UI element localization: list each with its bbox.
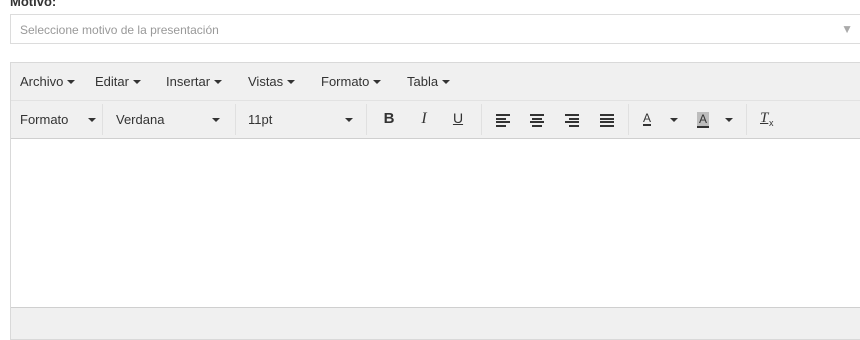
toolbar-separator <box>366 104 367 135</box>
font-size-value: 11pt <box>248 112 273 127</box>
underline-button[interactable]: U <box>450 110 466 126</box>
background-color-icon: A <box>697 112 710 128</box>
caret-down-icon <box>214 80 223 84</box>
caret-down-icon <box>345 118 353 122</box>
menu-tabla-label: Tabla <box>407 74 439 89</box>
background-color-button[interactable]: A <box>689 101 749 138</box>
menu-vistas-label: Vistas <box>248 74 284 89</box>
clear-formatting-icon: T <box>760 110 769 126</box>
italic-button[interactable]: I <box>416 110 432 128</box>
font-size-select[interactable]: 11pt <box>236 101 366 138</box>
menu-archivo-label: Archivo <box>20 74 64 89</box>
menu-editar-label: Editar <box>95 74 129 89</box>
reason-select[interactable]: Seleccione motivo de la presentación ▼ <box>10 14 860 44</box>
reason-label: Motivo: <box>10 0 57 9</box>
editor-toolbar: Formato Verdana 11pt B I U A A T x <box>11 101 860 139</box>
reason-select-placeholder: Seleccione motivo de la presentación <box>20 23 219 37</box>
clear-formatting-sub: x <box>769 118 774 128</box>
text-color-button[interactable]: A <box>629 101 689 138</box>
menu-vistas[interactable]: Vistas <box>248 74 296 89</box>
caret-down-icon <box>287 80 296 84</box>
format-dropdown[interactable]: Formato <box>11 101 102 138</box>
caret-down-icon <box>212 118 220 122</box>
menu-formato[interactable]: Formato <box>321 74 382 89</box>
font-family-select[interactable]: Verdana <box>103 101 235 138</box>
caret-down-icon <box>373 80 382 84</box>
menu-archivo[interactable]: Archivo <box>20 74 76 89</box>
caret-down-icon <box>132 80 141 84</box>
toolbar-separator <box>746 104 747 135</box>
menu-insertar-label: Insertar <box>166 74 211 89</box>
caret-down-icon <box>67 80 76 84</box>
menu-insertar[interactable]: Insertar <box>166 74 223 89</box>
editor-statusbar <box>11 307 860 339</box>
align-center-icon[interactable] <box>530 114 544 127</box>
menu-formato-label: Formato <box>321 74 370 89</box>
dropdown-arrow-icon[interactable]: ▼ <box>841 22 853 36</box>
align-justify-icon[interactable] <box>600 114 614 127</box>
align-left-icon[interactable] <box>496 114 510 127</box>
toolbar-separator <box>481 104 482 135</box>
menu-editar[interactable]: Editar <box>95 74 141 89</box>
menu-tabla[interactable]: Tabla <box>407 74 451 89</box>
caret-down-icon <box>725 118 733 122</box>
caret-down-icon <box>442 80 451 84</box>
caret-down-icon <box>88 118 96 122</box>
align-right-icon[interactable] <box>565 114 579 127</box>
caret-down-icon <box>670 118 678 122</box>
editor-content-area[interactable] <box>11 139 860 307</box>
text-color-icon: A <box>643 111 652 126</box>
font-family-value: Verdana <box>116 112 165 127</box>
format-dropdown-label: Formato <box>20 112 69 127</box>
clear-formatting-button[interactable]: T x <box>756 101 786 138</box>
editor-menubar: Archivo Editar Insertar Vistas Formato T… <box>11 63 860 101</box>
rich-text-editor: Archivo Editar Insertar Vistas Formato T… <box>10 62 860 340</box>
bold-button[interactable]: B <box>381 110 397 127</box>
